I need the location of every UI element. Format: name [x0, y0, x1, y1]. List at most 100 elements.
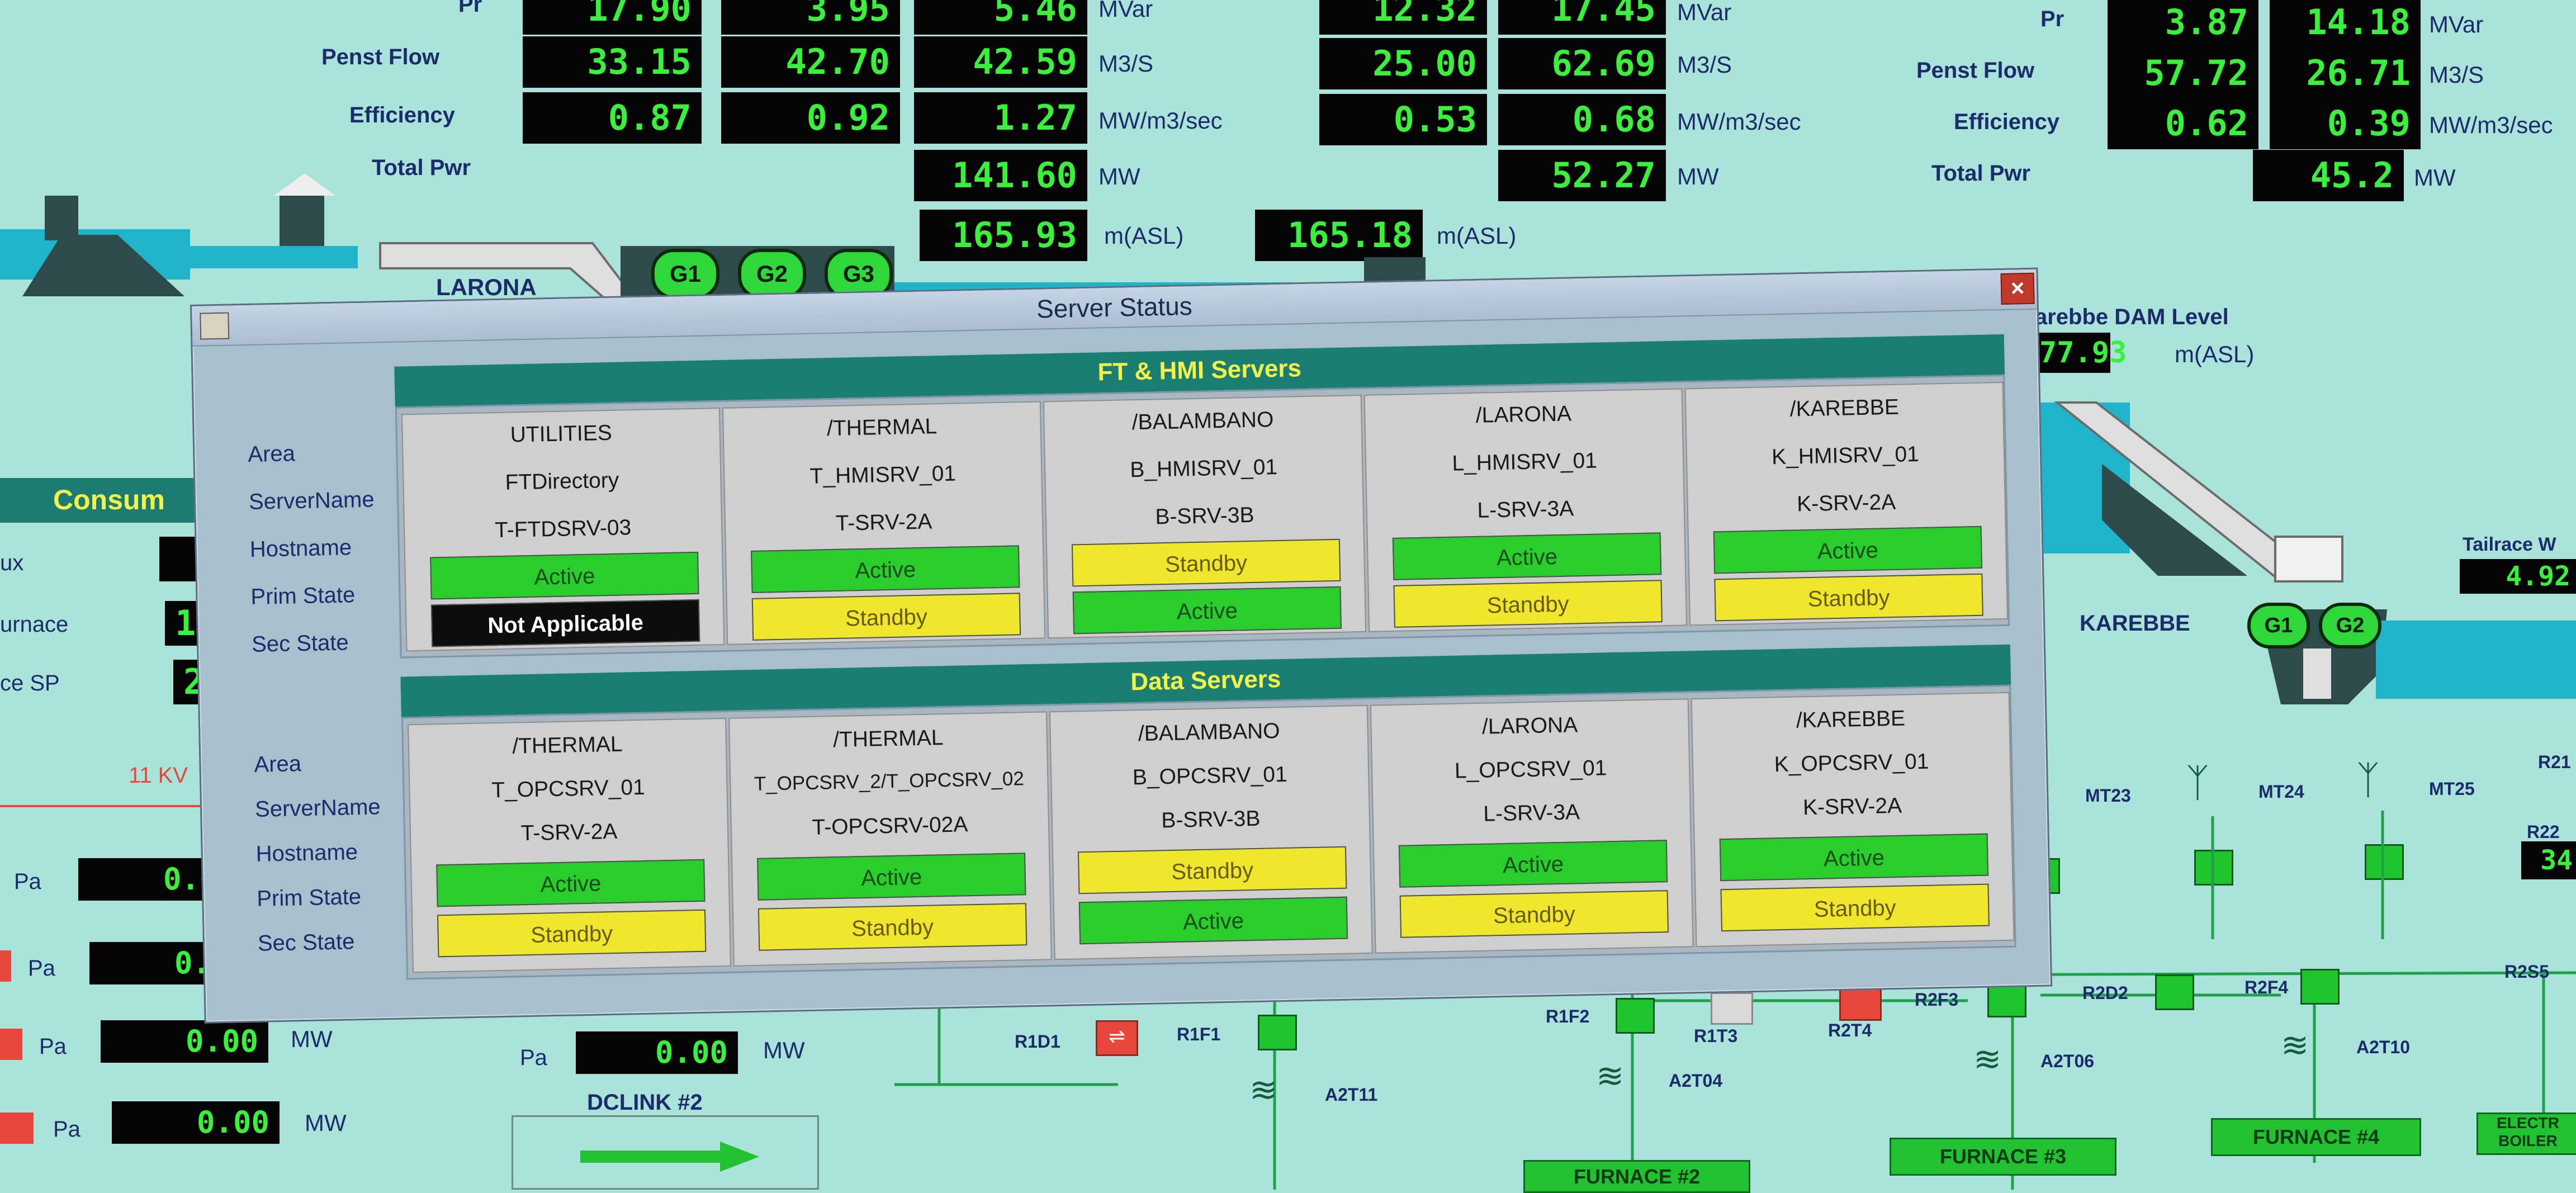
pr-value-1: 17.90 [523, 0, 702, 35]
server-host: L-SRV-3A [1483, 800, 1580, 826]
label-a2t11: A2T11 [1325, 1085, 1378, 1105]
sec-state-badge[interactable]: Active [1078, 896, 1348, 945]
right-total-pwr-label: Total Pwr [1931, 161, 2031, 186]
label-mt24: MT24 [2258, 782, 2304, 802]
server-area: /THERMAL [832, 726, 944, 752]
prim-state-badge[interactable]: Active [751, 545, 1020, 593]
prim-state-badge[interactable]: Active [1398, 840, 1668, 888]
switch-r1d1[interactable]: ⇌ [1096, 1020, 1138, 1056]
switch-r1t3[interactable] [1711, 992, 1753, 1025]
breaker-red-2[interactable] [0, 1029, 22, 1060]
sec-state-badge[interactable]: Not Applicable [430, 599, 700, 647]
karebbe-g2-indicator[interactable]: G2 [2319, 603, 2381, 648]
right-m3s-unit: M3/S [2429, 61, 2484, 88]
efficiency-label: Efficiency [349, 103, 455, 127]
furnace-4-button[interactable]: FURNACE #4 [2211, 1118, 2421, 1156]
electr-boiler-button[interactable]: ELECTR BOILER [2476, 1112, 2576, 1155]
furnace-3-button[interactable]: FURNACE #3 [1890, 1138, 2116, 1176]
mid-mw-unit: MW [1677, 163, 1719, 190]
ft-hmi-section: FT & HMI Servers UTILITIES FTDirectory T… [394, 334, 2010, 663]
server-name: T_OPCSRV_2/T_OPCSRV_02 [754, 768, 1025, 795]
switch-r2d2[interactable] [2155, 974, 2194, 1010]
data-row-label-hostname: Hostname [255, 840, 358, 867]
server-name: FTDirectory [505, 468, 619, 495]
r22-value: 34 [2521, 841, 2576, 879]
prim-state-badge[interactable]: Standby [1077, 846, 1347, 894]
server-area: /LARONA [1475, 401, 1572, 428]
label-mt25: MT25 [2429, 779, 2475, 799]
label-r1t3: R1T3 [1694, 1026, 1738, 1046]
eff-value-2: 0.92 [721, 92, 900, 144]
sec-state-badge[interactable]: Standby [1720, 883, 1990, 932]
label-a2t04: A2T04 [1669, 1071, 1723, 1091]
karebbe-schematic [2029, 401, 2576, 704]
right-efficiency-label: Efficiency [1954, 110, 2059, 134]
furnace-2-button[interactable]: FURNACE #2 [1523, 1160, 1750, 1193]
karebbe-g1-indicator[interactable]: G1 [2247, 603, 2310, 648]
mid-penst-value-2: 62.69 [1498, 38, 1666, 89]
consum-title: Consum [53, 484, 165, 515]
row-label-servername: ServerName [248, 487, 375, 514]
data-row-label-prim-state: Prim State [256, 884, 362, 911]
prim-state-badge[interactable]: Active [1392, 532, 1662, 580]
pa-label-1: Pa [14, 869, 41, 894]
label-r1f1: R1F1 [1177, 1024, 1221, 1044]
pa-label-4: Pa [53, 1117, 80, 1142]
pa-label-3: Pa [39, 1034, 67, 1059]
mid-total-pwr-value: 52.27 [1498, 150, 1666, 201]
switch-r2f4[interactable] [2300, 969, 2340, 1005]
breaker-red-3[interactable] [0, 1112, 34, 1144]
sec-state-badge[interactable]: Standby [1393, 580, 1663, 628]
bottom-mw-unit: MW [763, 1037, 805, 1063]
sec-state-badge[interactable]: Active [1072, 586, 1342, 635]
prim-state-badge[interactable]: Standby [1071, 538, 1341, 587]
mid-eff-value-2: 0.68 [1498, 94, 1666, 145]
row-label-area: Area [247, 441, 296, 467]
mid-mvar-unit: MVar [1677, 0, 1732, 25]
larona-g2-indicator[interactable]: G2 [738, 249, 806, 299]
eff-value-3: 1.27 [914, 92, 1087, 144]
data-server-card: /KAREBBE K_OPCSRV_01 K-SRV-2A Active Sta… [1690, 692, 2015, 948]
pr-label: Pr [458, 0, 482, 17]
prim-state-badge[interactable]: Active [1719, 833, 1989, 882]
dclink-box[interactable] [512, 1115, 819, 1190]
label-r2d2: R2D2 [2082, 983, 2128, 1003]
right-pr-value-2: 14.18 [2270, 0, 2421, 48]
sec-state-badge[interactable]: Standby [757, 903, 1027, 951]
right-total-pwr-value: 45.2 [2253, 150, 2404, 201]
breaker-red-1[interactable] [0, 950, 11, 982]
karebbe-dam-value: 77.93 [2035, 333, 2127, 373]
dclink-arrow-icon [580, 1142, 759, 1172]
mid-pr-value-1: 12.32 [1319, 0, 1487, 35]
label-mt23: MT23 [2085, 785, 2131, 806]
sec-state-badge[interactable]: Standby [1399, 890, 1669, 938]
consum-header: Consum [0, 478, 201, 523]
prim-state-badge[interactable]: Active [757, 853, 1026, 901]
switch-r1f2[interactable] [1616, 998, 1655, 1034]
sec-state-badge[interactable]: Standby [1714, 573, 1983, 622]
larona-g1-indicator[interactable]: G1 [651, 249, 719, 299]
data-servers-grid: /THERMAL T_OPCSRV_01 T-SRV-2A Active Sta… [401, 684, 2016, 980]
prim-state-badge[interactable]: Active [1713, 526, 1983, 574]
server-area: /THERMAL [826, 414, 937, 441]
sec-state-badge[interactable]: Standby [437, 909, 707, 958]
server-area: /THERMAL [512, 732, 623, 759]
prim-state-badge[interactable]: Active [430, 551, 699, 600]
right-penst-value-2: 26.71 [2270, 48, 2421, 99]
right-eff-value-2: 0.39 [2270, 98, 2421, 149]
transformer-a2t04-icon: ≋ [1596, 1057, 1625, 1095]
mid-eff-unit: MW/m3/sec [1677, 108, 1801, 135]
close-button[interactable]: × [2000, 272, 2035, 305]
ft-server-card: /THERMAL T_HMISRV_01 T-SRV-2A Active Sta… [722, 401, 1046, 645]
prim-state-badge[interactable]: Active [436, 859, 705, 907]
pr-value-3: 5.46 [914, 0, 1087, 35]
ux-label: ux [0, 551, 24, 575]
pa-value-4: 0.00 [112, 1101, 280, 1144]
switch-r1f1[interactable] [1258, 1015, 1297, 1050]
switch-r2t4[interactable] [1839, 988, 1882, 1021]
transformer-mt24-icon: ᛉ [2186, 761, 2209, 804]
transformer-a2t10-icon: ≋ [2281, 1026, 2309, 1064]
sec-state-badge[interactable]: Standby [751, 593, 1021, 641]
server-area: /KAREBBE [1789, 395, 1900, 422]
ft-server-card: /LARONA L_HMISRV_01 L-SRV-3A Active Stan… [1363, 388, 1688, 632]
